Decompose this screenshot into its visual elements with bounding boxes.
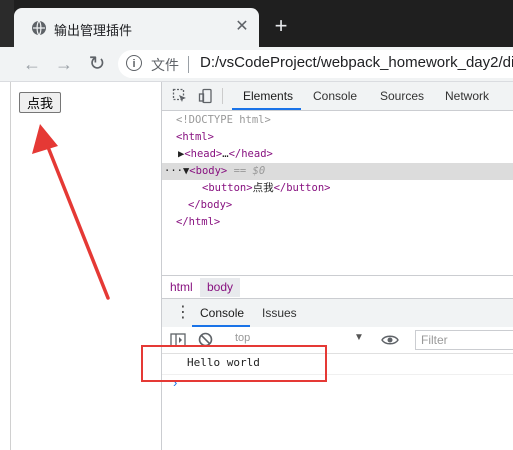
tab-close-icon[interactable]: ✕ — [232, 17, 252, 37]
dom-doctype[interactable]: <!DOCTYPE html> — [176, 112, 271, 129]
browser-tab[interactable]: 输出管理插件 ✕ — [14, 8, 259, 47]
dom-body-row[interactable]: ···▼<body> == $0 — [164, 163, 265, 180]
tab-title: 输出管理插件 — [54, 24, 133, 39]
chevron-down-icon[interactable]: ▼ — [354, 332, 364, 343]
filter-input[interactable]: Filter — [415, 330, 513, 350]
tab-strip-edge — [0, 0, 14, 47]
breadcrumb-html[interactable]: html — [170, 279, 193, 296]
click-me-button[interactable]: 点我 — [19, 92, 61, 113]
omnibox-separator — [188, 56, 189, 73]
red-arrow-annotation — [32, 124, 110, 300]
forward-button[interactable]: → — [52, 52, 76, 76]
browser-toolbar: ← → ↻ i 文件 D:/vsCodeProject/webpack_home… — [0, 47, 513, 82]
more-dots-icon[interactable]: ··· — [164, 165, 183, 177]
scheme-label: 文件 — [151, 58, 179, 74]
dom-button-close: </button> — [273, 182, 331, 194]
dom-html-open[interactable]: <html> — [176, 129, 214, 146]
dom-head-row[interactable]: ▶<head>…</head> — [178, 146, 273, 163]
dom-html-close[interactable]: </html> — [176, 214, 220, 231]
info-icon[interactable]: i — [126, 55, 142, 71]
eye-icon[interactable] — [381, 334, 399, 346]
url-text[interactable]: D:/vsCodeProject/webpack_homework_day2/d… — [200, 54, 513, 71]
dom-head-open: <head> — [184, 148, 223, 160]
dom-tree: <!DOCTYPE html> <html> ▶<head>…</head> ·… — [162, 111, 513, 275]
tab-console[interactable]: Console — [313, 82, 357, 110]
tab-sources[interactable]: Sources — [380, 82, 424, 110]
red-box-annotation — [141, 345, 327, 382]
reload-button[interactable]: ↻ — [85, 52, 109, 76]
tab-network[interactable]: Network — [445, 82, 489, 110]
device-toolbar-icon[interactable] — [198, 88, 214, 104]
toolbar-divider — [222, 88, 223, 104]
drawer-tab-bar: ⋮ Console Issues — [162, 298, 513, 328]
dom-button-text: 点我 — [252, 182, 274, 194]
tab-elements[interactable]: Elements — [243, 82, 293, 110]
devtools-panel: Elements Console Sources Network <!DOCTY… — [161, 82, 513, 450]
globe-icon — [32, 20, 46, 36]
tab-strip: 输出管理插件 ✕ + — [0, 0, 513, 47]
dom-button-open: <button> — [202, 182, 253, 194]
devtools-tab-bar: Elements Console Sources Network — [162, 82, 513, 111]
new-tab-button[interactable]: + — [270, 15, 292, 38]
back-button[interactable]: ← — [20, 52, 44, 76]
active-tab-indicator — [232, 108, 301, 110]
drawer-tab-issues[interactable]: Issues — [262, 299, 297, 327]
inspect-element-icon[interactable] — [172, 88, 188, 104]
dom-body-open: <body> — [189, 165, 228, 177]
context-select[interactable]: top — [235, 332, 250, 344]
dom-button-row[interactable]: <button>点我</button> — [202, 180, 330, 197]
drawer-tab-console[interactable]: Console — [200, 299, 244, 327]
address-bar[interactable]: i 文件 D:/vsCodeProject/webpack_homework_d… — [118, 50, 513, 78]
page-edge — [10, 82, 11, 450]
page-viewport: 点我 — [0, 82, 161, 450]
dom-head-close: </head> — [228, 148, 273, 160]
breadcrumb-body[interactable]: body — [207, 279, 233, 296]
more-options-icon[interactable]: ⋮ — [175, 304, 191, 322]
breadcrumb: html body — [162, 275, 513, 298]
dom-selected-marker: == $0 — [233, 165, 266, 177]
dom-body-close[interactable]: </body> — [188, 197, 232, 214]
